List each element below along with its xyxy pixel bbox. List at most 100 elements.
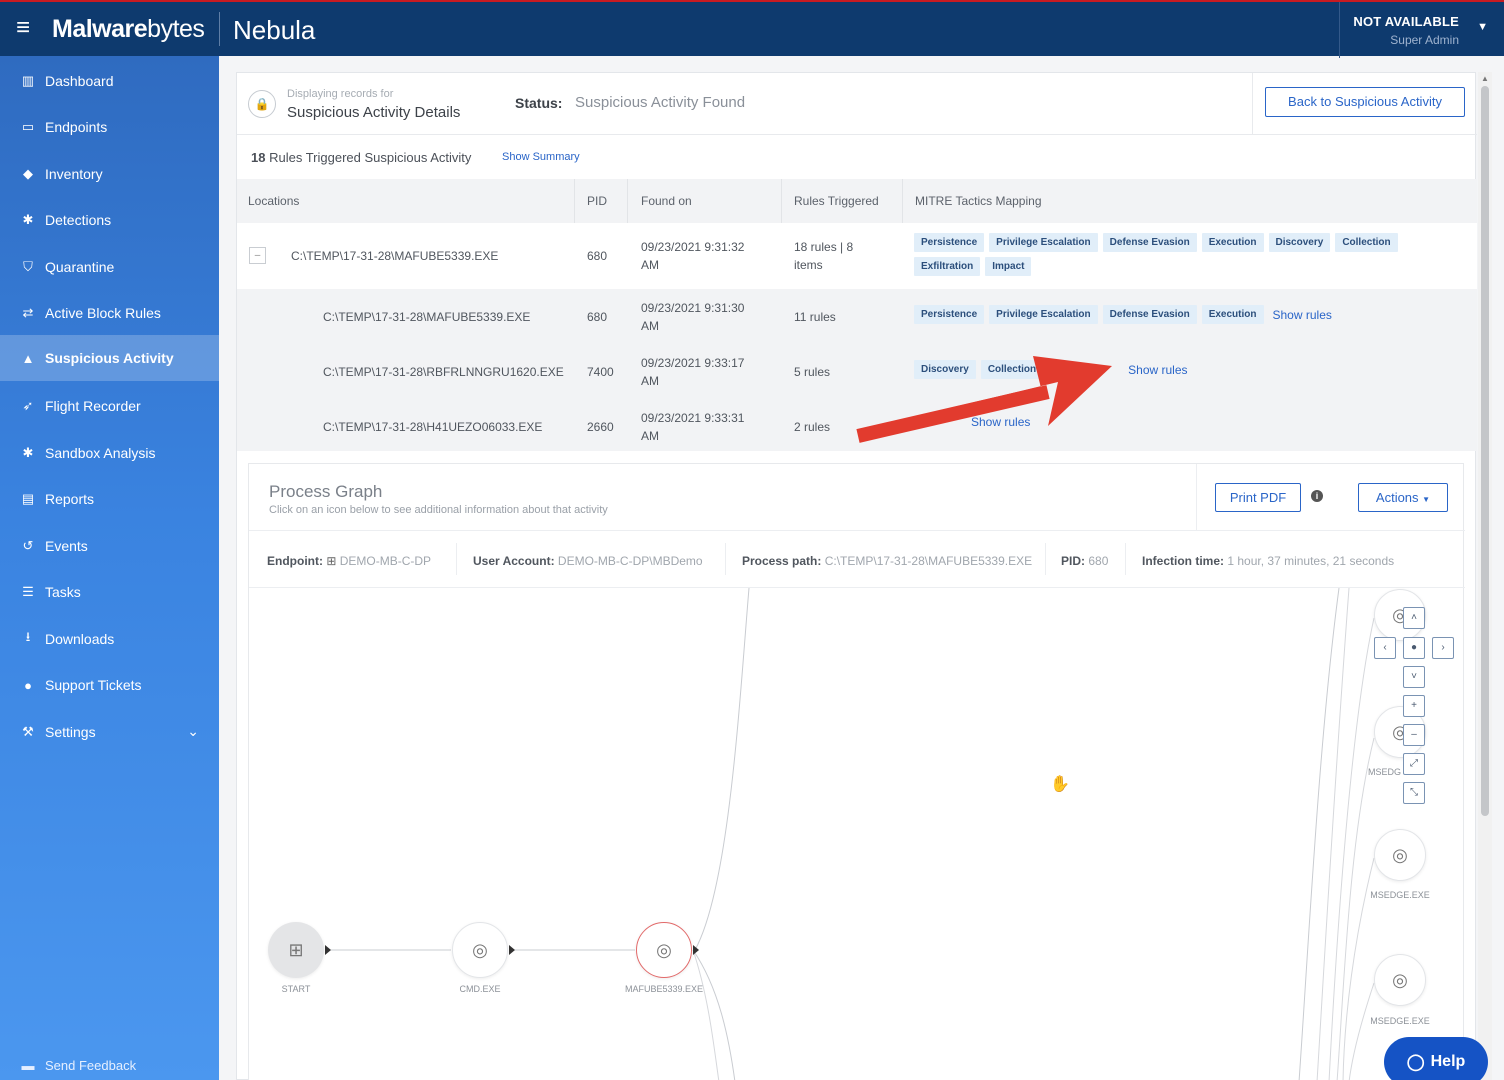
collapse-toggle[interactable]: – xyxy=(249,247,266,264)
sidebar-item-detections[interactable]: ✱ Detections xyxy=(0,197,219,243)
tag-collection: Collection xyxy=(980,360,1044,379)
sidebar-item-sandbox-analysis[interactable]: ✱ Sandbox Analysis xyxy=(0,430,219,476)
chat-icon: ● xyxy=(24,677,32,693)
mitre-tags: Discovery Collection Show rules xyxy=(914,360,1464,379)
graph-edge xyxy=(1348,982,1375,1080)
sidebar-item-quarantine[interactable]: ⛉ Quarantine xyxy=(0,244,219,290)
help-button[interactable]: ◯ Help xyxy=(1384,1037,1488,1080)
sidebar-item-reports[interactable]: ▤ Reports xyxy=(0,476,219,522)
pan-down-button[interactable]: ˅ xyxy=(1403,666,1425,688)
displaying-records-label: Displaying records for xyxy=(287,88,394,100)
back-to-suspicious-activity-button[interactable]: Back to Suspicious Activity xyxy=(1265,87,1465,117)
show-rules-link[interactable]: Show rules xyxy=(971,415,1030,429)
fit-icon[interactable]: ⤡ xyxy=(1403,782,1425,804)
node-label-cmd: CMD.EXE xyxy=(459,984,501,994)
sidebar-item-endpoints[interactable]: ▭ Endpoints xyxy=(0,104,219,150)
sidebar-item-dashboard[interactable]: ▥ Dashboard xyxy=(0,58,219,104)
tag-privilege-escalation: Privilege Escalation xyxy=(989,305,1098,324)
shield-icon: ⛉ xyxy=(23,259,33,274)
column-header-pid[interactable]: PID xyxy=(587,194,607,208)
top-bar: ≡ Malwarebytes Nebula NOT AVAILABLE Supe… xyxy=(0,0,1504,58)
row-location: C:\TEMP\17-31-28\RBFRLNNGRU1620.EXE xyxy=(323,365,564,379)
send-feedback-link[interactable]: ▬ Send Feedback xyxy=(0,1058,219,1073)
row-rules-triggered: 11 rules xyxy=(794,310,836,324)
meta-pid: PID: 680 xyxy=(1061,554,1109,568)
column-header-found-on[interactable]: Found on xyxy=(641,194,692,208)
actions-dropdown-button[interactable]: Actions ▼ xyxy=(1358,483,1448,512)
graph-edge xyxy=(692,949,720,1080)
mafube-exe-node[interactable]: ◎ xyxy=(636,922,692,978)
cmd-exe-node[interactable]: ◎ xyxy=(452,922,508,978)
meta-divider xyxy=(725,543,726,575)
center-button[interactable]: ● xyxy=(1403,637,1425,659)
zoom-out-button[interactable]: – xyxy=(1403,724,1425,746)
pan-up-button[interactable]: ˄ xyxy=(1403,607,1425,629)
sidebar-item-active-block-rules[interactable]: ⇄ Active Block Rules xyxy=(0,290,219,336)
pan-right-button[interactable]: › xyxy=(1432,637,1454,659)
header-divider xyxy=(1252,73,1253,135)
start-node[interactable]: ⊞ xyxy=(268,922,324,978)
show-rules-link[interactable]: Show rules xyxy=(1273,308,1332,322)
sidebar-item-suspicious-activity[interactable]: ▲ Suspicious Activity xyxy=(0,335,219,381)
sidebar-item-support-tickets[interactable]: ● Support Tickets xyxy=(0,662,219,708)
menu-icon[interactable]: ≡ xyxy=(16,16,30,40)
graph-edge xyxy=(694,588,750,951)
bug-icon: ✱ xyxy=(22,212,34,227)
msedge-node[interactable]: ◎ xyxy=(1374,954,1426,1006)
status-label: Status: xyxy=(515,95,563,111)
print-pdf-button[interactable]: Print PDF xyxy=(1215,483,1301,512)
user-role: Super Admin xyxy=(1390,33,1459,47)
caret-down-icon: ▼ xyxy=(1422,495,1431,504)
user-name: NOT AVAILABLE xyxy=(1353,14,1459,29)
page-scrollbar[interactable]: ▲ xyxy=(1478,72,1492,1080)
row-pid: 680 xyxy=(587,249,608,263)
show-summary-link[interactable]: Show Summary xyxy=(502,151,580,163)
row-rules-triggered: 18 rules | 8 items xyxy=(794,240,854,272)
windows-icon: ⊞ xyxy=(288,939,304,960)
node-label-msedge: MSEDGE.EXE xyxy=(1370,890,1430,900)
malwarebytes-logo[interactable]: Malwarebytes xyxy=(52,15,205,44)
sidebar-item-flight-recorder[interactable]: ➶ Flight Recorder xyxy=(0,383,219,429)
arrows-icon: ⇄ xyxy=(22,305,34,320)
process-icon: ◎ xyxy=(1392,969,1408,990)
row-found-on: 09/23/2021 9:33:17 AM xyxy=(641,356,745,388)
pan-left-button[interactable]: ‹ xyxy=(1374,637,1396,659)
user-menu[interactable]: NOT AVAILABLE Super Admin ▼ xyxy=(1339,2,1504,58)
product-name: Nebula xyxy=(233,15,316,45)
scroll-up-icon[interactable]: ▲ xyxy=(1481,74,1489,83)
msedge-node[interactable]: ◎ xyxy=(1374,829,1426,881)
meta-endpoint: Endpoint: ⊞ DEMO-MB-C-DP xyxy=(267,554,432,568)
edge-arrowhead xyxy=(693,945,699,955)
expand-icon[interactable]: ⤢ xyxy=(1403,753,1425,775)
paper-plane-icon: ➶ xyxy=(22,398,34,413)
column-header-rules-triggered[interactable]: Rules Triggered xyxy=(794,194,879,208)
tag-persistence: Persistence xyxy=(914,305,985,324)
column-header-locations[interactable]: Locations xyxy=(248,194,299,208)
tag-icon: ◆ xyxy=(23,166,33,181)
rules-summary: 18 Rules Triggered Suspicious Activity xyxy=(251,150,472,165)
info-icon[interactable]: i xyxy=(1311,490,1323,502)
row-location: C:\TEMP\17-31-28\MAFUBE5339.EXE xyxy=(323,310,531,324)
meta-infection-time: Infection time: 1 hour, 37 minutes, 21 s… xyxy=(1142,554,1395,568)
edge-arrowhead xyxy=(325,945,331,955)
row-rules-triggered: 5 rules xyxy=(794,365,831,379)
edge-arrowhead xyxy=(509,945,515,955)
sidebar-item-events[interactable]: ↺ Events xyxy=(0,523,219,569)
sidebar-item-settings[interactable]: ⚒ Settings ⌄ xyxy=(0,709,219,755)
sidebar-item-inventory[interactable]: ◆ Inventory xyxy=(0,151,219,197)
sidebar-item-downloads[interactable]: ⭳ Downloads xyxy=(0,616,219,662)
process-icon: ◎ xyxy=(472,939,488,960)
sidebar-item-tasks[interactable]: ☰ Tasks xyxy=(0,569,219,615)
scroll-thumb[interactable] xyxy=(1481,86,1489,816)
tag-execution: Execution xyxy=(1201,305,1264,324)
table-row[interactable]: – C:\TEMP\17-31-28\MAFUBE5339.EXE 680 09… xyxy=(237,223,1477,289)
row-rules-triggered: 2 rules xyxy=(794,420,831,434)
show-rules-link[interactable]: Show rules xyxy=(1128,363,1187,377)
column-header-mitre-tactics[interactable]: MITRE Tactics Mapping xyxy=(915,194,1042,208)
hand-cursor-icon: ✋ xyxy=(1050,776,1070,793)
meta-user-account: User Account: DEMO-MB-C-DP\MBDemo xyxy=(473,554,703,568)
row-location: C:\TEMP\17-31-28\MAFUBE5339.EXE xyxy=(291,249,499,263)
zoom-in-button[interactable]: + xyxy=(1403,695,1425,717)
tag-collection: Collection xyxy=(1335,233,1398,252)
graph-edge xyxy=(1336,737,1375,1080)
